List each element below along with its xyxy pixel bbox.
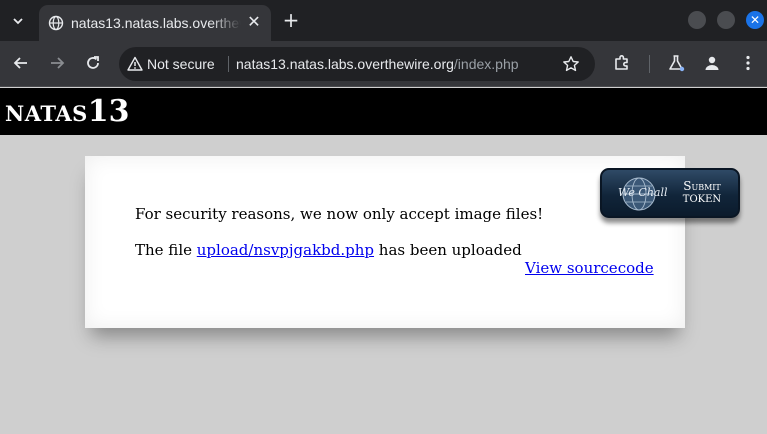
- close-tab-icon[interactable]: ✕: [245, 13, 263, 31]
- reload-icon: [87, 56, 99, 69]
- url-host: natas13.natas.labs.overthewire.org: [236, 56, 454, 72]
- tab-title: natas13.natas.labs.overthewire.org: [71, 15, 241, 31]
- browser-tab[interactable]: natas13.natas.labs.overthewire.org ✕: [39, 5, 271, 41]
- arrow-left-icon: [13, 57, 27, 69]
- kebab-menu-icon: [746, 55, 750, 71]
- page-viewport: NATAS13 For security reasons, we now onl…: [0, 88, 767, 434]
- view-sourcecode-link[interactable]: View sourcecode: [525, 259, 654, 277]
- page-title: NATAS13: [5, 95, 130, 133]
- upload-result-message: The file upload/nsvpjgakbd.php has been …: [135, 240, 522, 260]
- puzzle-icon: [615, 55, 628, 70]
- title-prefix: NATAS: [5, 101, 88, 126]
- labs-button[interactable]: [666, 53, 686, 73]
- maximize-button[interactable]: [717, 11, 735, 29]
- bookmark-star-icon[interactable]: [562, 55, 580, 73]
- omnibox-divider: [228, 56, 229, 72]
- chevron-down-icon: [13, 18, 23, 25]
- security-indicator[interactable]: Not secure: [147, 55, 215, 73]
- upload-message-suffix: has been uploaded: [374, 241, 522, 259]
- wechall-logo-text: We Chall: [618, 186, 668, 199]
- close-window-button[interactable]: ✕: [746, 11, 764, 29]
- security-message: For security reasons, we now only accept…: [135, 205, 544, 223]
- tab-strip: natas13.natas.labs.overthewire.org ✕ + ✕: [0, 0, 767, 41]
- url-path: /index.php: [453, 56, 519, 72]
- person-icon: [705, 56, 719, 70]
- browser-toolbar: Not secure natas13.natas.labs.overthewir…: [0, 41, 767, 87]
- browser-menu-button[interactable]: [738, 53, 758, 73]
- submit-label: Submit: [683, 179, 721, 193]
- extensions-button[interactable]: [612, 53, 632, 73]
- wechall-submit-token-button[interactable]: We Chall Submit token: [600, 168, 740, 218]
- address-bar[interactable]: Not secure natas13.natas.labs.overthewir…: [119, 47, 595, 81]
- submit-token-label: Submit token: [672, 179, 732, 207]
- warning-icon: [127, 56, 143, 71]
- minimize-button[interactable]: [688, 11, 706, 29]
- uploaded-file-link[interactable]: upload/nsvpjgakbd.php: [197, 241, 374, 259]
- url-text[interactable]: natas13.natas.labs.overthewire.org/index…: [236, 55, 519, 73]
- tab-search-button[interactable]: [6, 9, 30, 33]
- toolbar-separator: [649, 55, 650, 73]
- flask-icon: [669, 55, 685, 72]
- new-tab-button[interactable]: +: [280, 9, 302, 31]
- profile-button[interactable]: [702, 53, 722, 73]
- title-level-number: 13: [87, 94, 130, 129]
- upload-message-prefix: The file: [135, 241, 197, 259]
- globe-icon: [48, 15, 64, 31]
- reload-button[interactable]: [82, 52, 104, 74]
- site-header: NATAS13: [0, 88, 767, 135]
- back-button[interactable]: [10, 52, 32, 74]
- source-link-wrapper: View sourcecode: [525, 258, 654, 278]
- content-panel: For security reasons, we now only accept…: [85, 156, 685, 328]
- forward-button[interactable]: [46, 52, 68, 74]
- token-label: token: [682, 194, 722, 205]
- arrow-right-icon: [51, 57, 65, 69]
